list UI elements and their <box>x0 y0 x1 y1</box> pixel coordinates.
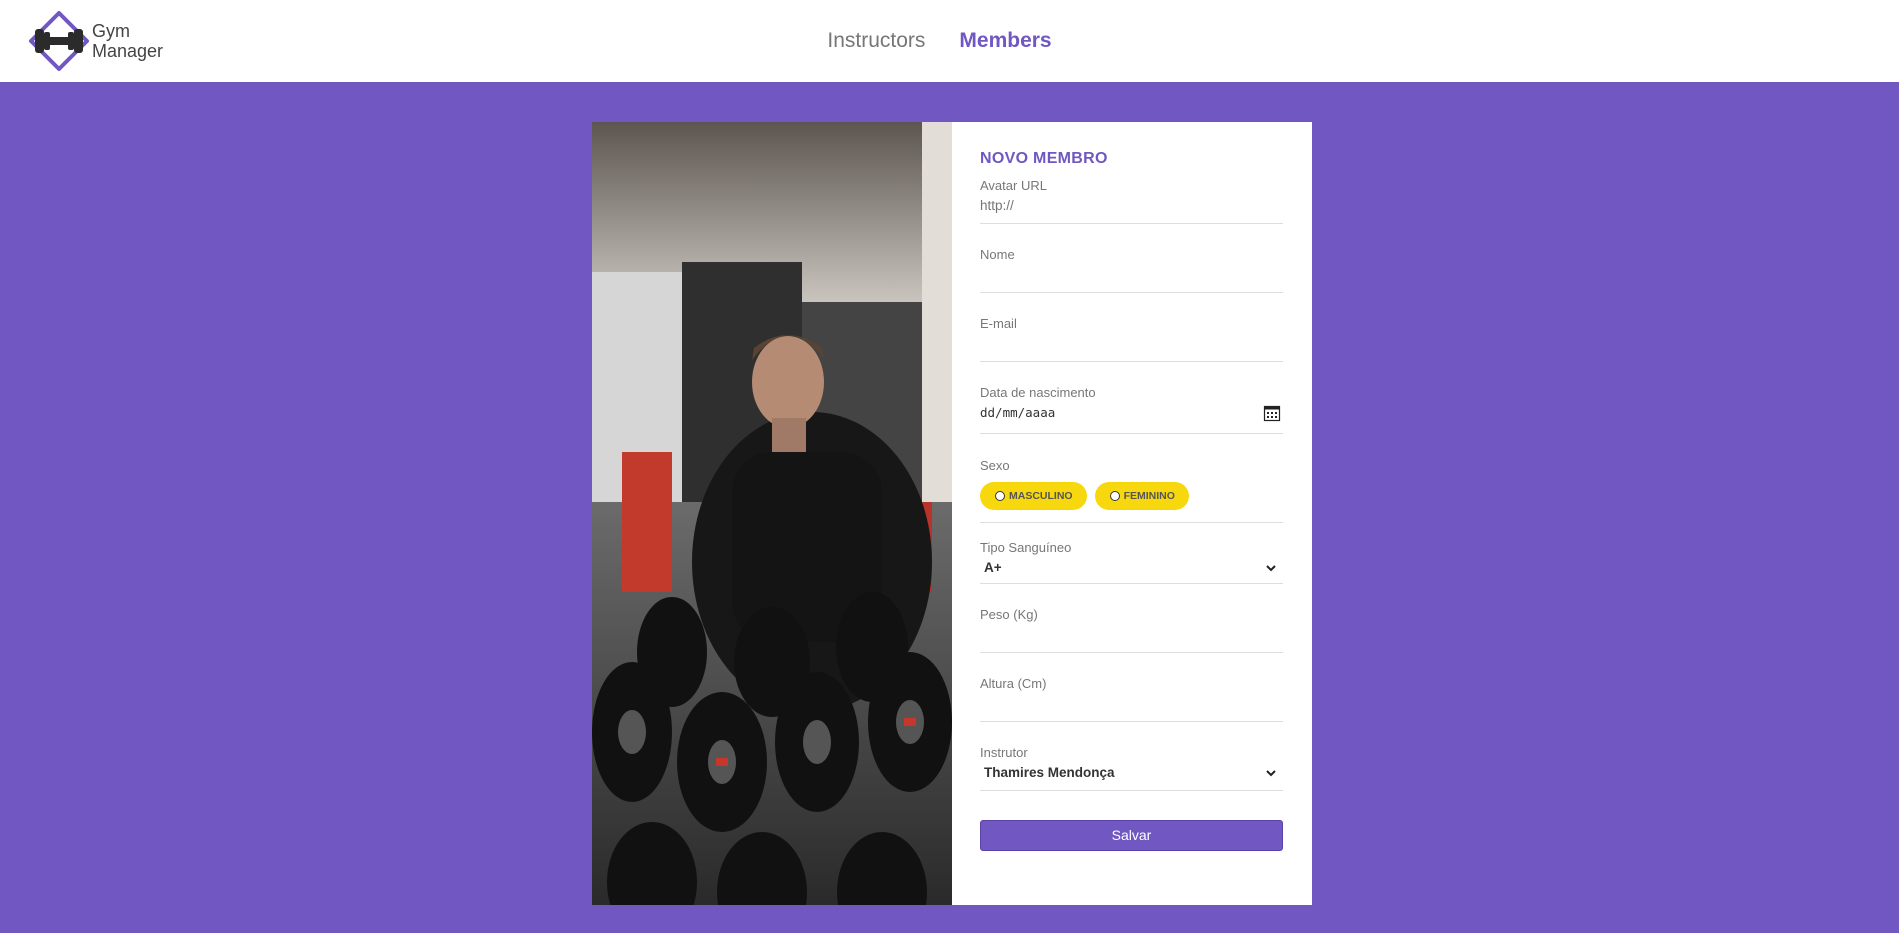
form-title: NOVO MEMBRO <box>980 150 1108 167</box>
peso-field: Peso (Kg) <box>980 607 1283 653</box>
date-input[interactable]: dd/mm/aaaa <box>980 404 1283 424</box>
nav-members[interactable]: Members <box>959 29 1051 53</box>
peso-input[interactable] <box>980 627 1283 642</box>
radio-masculino-circle[interactable] <box>995 491 1005 501</box>
peso-label: Peso (Kg) <box>980 607 1038 622</box>
new-member-form: NOVO MEMBRO Avatar URL Nome E-mail Data … <box>952 122 1312 905</box>
avatar-url-field: Avatar URL <box>980 178 1283 224</box>
email-label: E-mail <box>980 316 1017 331</box>
nome-input[interactable] <box>980 267 1283 282</box>
tipo-sanguineo-value: A+ <box>984 560 1002 575</box>
tipo-sanguineo-field: Tipo Sanguíneo A+ <box>980 540 1283 584</box>
tipo-sanguineo-label: Tipo Sanguíneo <box>980 540 1072 555</box>
email-input[interactable] <box>980 336 1283 351</box>
member-card: NOVO MEMBRO Avatar URL Nome E-mail Data … <box>592 122 1312 905</box>
top-bar: Gym Manager Instructors Members <box>0 0 1899 82</box>
nav-instructors[interactable]: Instructors <box>827 29 925 53</box>
nome-label: Nome <box>980 247 1015 262</box>
radio-feminino[interactable]: FEMININO <box>1094 482 1189 510</box>
gym-photo <box>592 122 952 905</box>
instrutor-label: Instrutor <box>980 745 1028 760</box>
email-field: E-mail <box>980 316 1283 362</box>
radio-masculino-label: MASCULINO <box>1009 490 1073 502</box>
chevron-down-icon <box>1266 770 1276 777</box>
nascimento-field: Data de nascimento dd/mm/aaaa <box>980 385 1283 434</box>
sexo-field: Sexo MASCULINO FEMININO <box>980 458 1283 523</box>
altura-field: Altura (Cm) <box>980 676 1283 722</box>
gym-photo-illustration <box>592 122 952 905</box>
calendar-icon[interactable] <box>1263 404 1281 422</box>
instrutor-select[interactable]: Thamires Mendonça <box>980 764 1283 784</box>
instrutor-field: Instrutor Thamires Mendonça <box>980 745 1283 791</box>
sexo-label: Sexo <box>980 458 1010 473</box>
radio-masculino[interactable]: MASCULINO <box>980 482 1087 510</box>
main-nav: Instructors Members <box>0 0 1899 82</box>
altura-label: Altura (Cm) <box>980 676 1047 691</box>
nascimento-label: Data de nascimento <box>980 385 1096 400</box>
avatar-url-input[interactable] <box>980 198 1283 213</box>
altura-input[interactable] <box>980 696 1283 711</box>
radio-feminino-circle[interactable] <box>1109 491 1120 501</box>
instrutor-value: Thamires Mendonça <box>984 765 1115 780</box>
sexo-options: MASCULINO FEMININO <box>980 482 1283 510</box>
avatar-url-label: Avatar URL <box>980 178 1047 193</box>
tipo-sanguineo-select[interactable]: A+ <box>980 559 1283 579</box>
date-placeholder: dd/mm/aaaa <box>980 405 1056 420</box>
nome-field: Nome <box>980 247 1283 293</box>
chevron-down-icon <box>1266 565 1276 572</box>
save-button[interactable]: Salvar <box>980 820 1283 851</box>
radio-feminino-label: FEMININO <box>1123 490 1175 502</box>
